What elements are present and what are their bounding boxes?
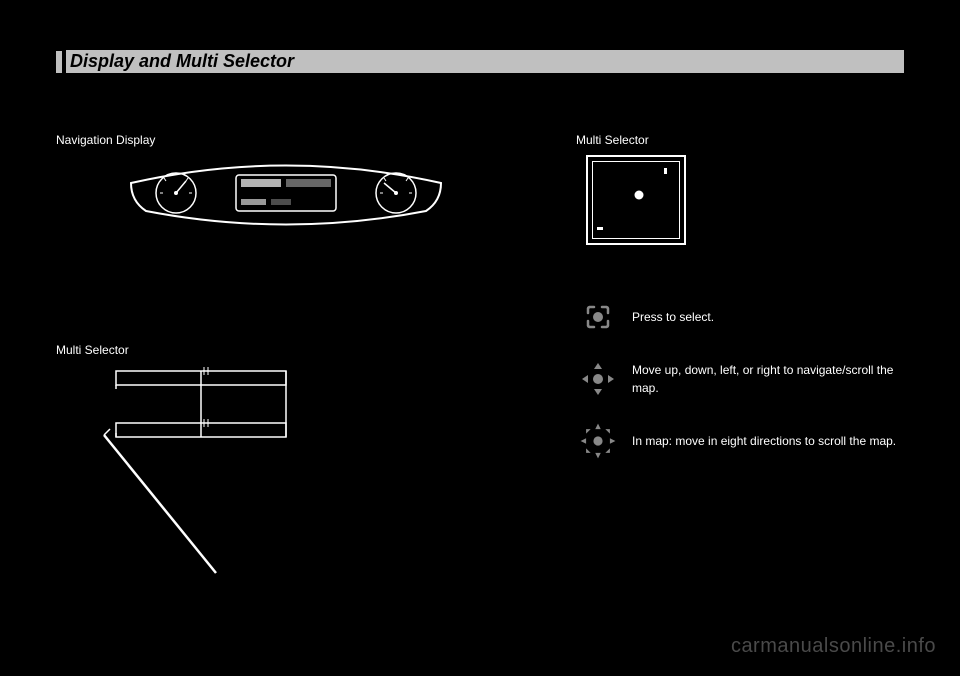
instruction-row: Press to select. (576, 295, 904, 339)
eight-way-arrows-icon (576, 419, 620, 463)
multi-selector-inner (592, 161, 680, 239)
press-center-icon (576, 295, 620, 339)
console-svg (56, 363, 376, 603)
instruction-text: Move up, down, left, or right to navigat… (632, 361, 904, 397)
section-heading: Display and Multi Selector (56, 50, 904, 73)
dashboard-svg (126, 153, 446, 253)
dashboard-label: Navigation Display (56, 133, 516, 147)
right-column: Multi Selector Press to select. (576, 133, 904, 623)
watermark: carmanualsonline.info (731, 635, 936, 658)
instruction-row: In map: move in eight directions to scro… (576, 419, 904, 463)
multi-selector-closeup (586, 155, 686, 245)
left-column: Navigation Display (56, 133, 516, 623)
heading-accent (56, 51, 62, 73)
dashboard-illustration (56, 153, 516, 303)
heading-text: Display and Multi Selector (66, 50, 904, 73)
instruction-row: Move up, down, left, or right to navigat… (576, 357, 904, 401)
multi-selector-label: Multi Selector (576, 133, 904, 147)
four-way-arrows-icon (576, 357, 620, 401)
content-columns: Navigation Display (56, 133, 904, 623)
tick-mark-icon (597, 227, 603, 230)
console-label: Multi Selector (56, 343, 516, 357)
selector-center-dot-icon (635, 191, 644, 200)
instruction-text: Press to select. (632, 308, 904, 326)
tick-mark-icon (664, 168, 667, 174)
instruction-text: In map: move in eight directions to scro… (632, 432, 904, 450)
console-illustration (56, 363, 516, 623)
